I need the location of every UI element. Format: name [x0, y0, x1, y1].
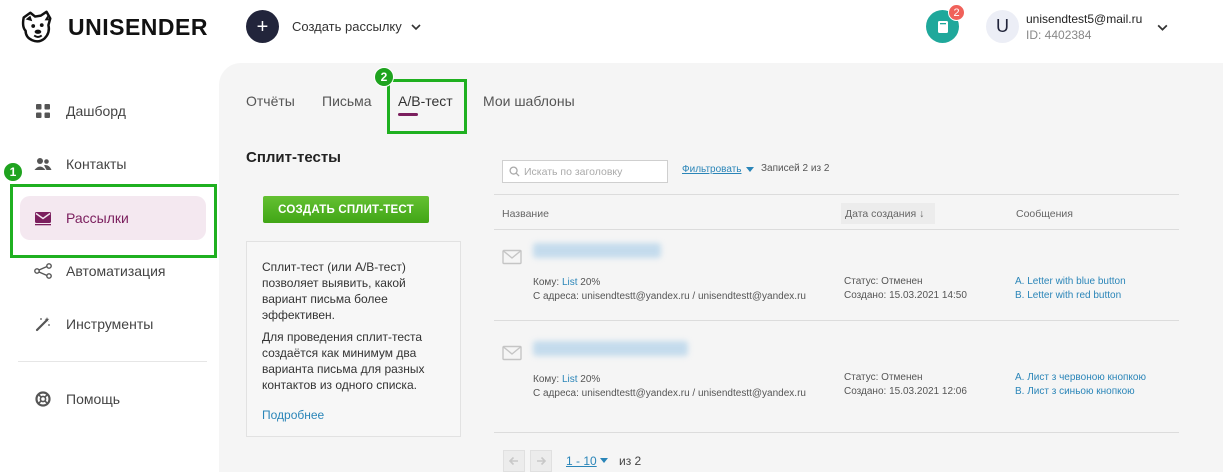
dashboard-icon [34, 102, 52, 120]
column-header-name[interactable]: Название [502, 208, 549, 220]
help-lifebuoy-icon [34, 390, 52, 408]
search-input[interactable] [524, 165, 664, 178]
envelope-icon [502, 345, 522, 361]
arrow-left-icon [508, 456, 518, 466]
magic-wand-icon [34, 315, 52, 333]
envelope-icon [502, 249, 522, 265]
status: Статус: Отменен [844, 276, 923, 287]
sidebar-item-label: Автоматизация [66, 263, 166, 279]
book-icon [937, 20, 948, 33]
user-id: ID: 4402384 [1026, 28, 1092, 42]
avatar[interactable]: U [986, 10, 1019, 43]
sidebar-item-tools[interactable]: Инструменты [20, 302, 206, 346]
sidebar-item-label: Дашборд [66, 103, 126, 119]
sidebar-item-label: Инструменты [66, 316, 154, 332]
recipients-percent: 20% [580, 277, 601, 288]
sender-addresses: С адреса: unisendtestt@yandex.ru / unise… [533, 388, 806, 399]
sidebar-item-label: Помощь [66, 391, 121, 407]
create-campaign-plus-button[interactable]: + [246, 10, 279, 43]
chevron-down-icon [411, 23, 421, 30]
sidebar-item-contacts[interactable]: Контакты [20, 142, 206, 186]
status: Статус: Отменен [844, 372, 923, 383]
message-link[interactable]: A. Letter with blue button [1015, 276, 1126, 287]
sidebar-divider [18, 361, 207, 362]
sender-addresses: С адреса: unisendtestt@yandex.ru / unise… [533, 291, 806, 302]
arrow-right-icon [537, 456, 547, 466]
recipients-label: Кому: [533, 374, 560, 385]
next-page-button[interactable] [530, 450, 552, 472]
notifications-count-badge: 2 [948, 4, 965, 21]
list-link[interactable]: List [562, 374, 578, 385]
info-panel: Сплит-тест (или А/В-тест) позволяет выяв… [246, 241, 461, 437]
recipients: Кому: List 20% [533, 277, 600, 288]
step-badge-1: 1 [3, 162, 23, 182]
learn-more-link[interactable]: Подробнее [262, 407, 324, 423]
created-date: Создано: 15.03.2021 14:50 [844, 290, 967, 301]
automation-icon [34, 262, 52, 280]
created-date: Создано: 15.03.2021 12:06 [844, 386, 967, 397]
info-text-2: Для проведения сплит-теста создаётся как… [262, 330, 425, 392]
logo-text: UNISENDER [68, 13, 208, 40]
records-count: Записей 2 из 2 [761, 163, 830, 174]
message-link[interactable]: B. Лист з синьою кнопкою [1015, 386, 1135, 397]
sidebar-item-dashboard[interactable]: Дашборд [20, 89, 206, 133]
highlight-ab-tab [387, 79, 467, 134]
column-header-date[interactable]: Дата создания ↓ [845, 208, 924, 220]
prev-page-button[interactable] [503, 450, 525, 472]
recipients-label: Кому: [533, 277, 560, 288]
search-icon [509, 166, 520, 177]
recipients-percent: 20% [580, 374, 601, 385]
page-size-select[interactable]: 1 - 10 [566, 454, 597, 468]
sidebar-item-help[interactable]: Помощь [20, 377, 206, 421]
caret-down-icon[interactable] [746, 167, 754, 172]
column-header-messages: Сообщения [1016, 208, 1073, 220]
info-text-1: Сплит-тест (или А/В-тест) позволяет выяв… [262, 260, 406, 322]
caret-down-icon[interactable] [600, 458, 608, 463]
tab-my-templates[interactable]: Мои шаблоны [483, 93, 575, 109]
filter-link[interactable]: Фильтровать [682, 164, 742, 175]
user-email[interactable]: unisendtest5@mail.ru [1026, 12, 1142, 26]
divider [494, 320, 1179, 321]
create-campaign-label: Создать рассылку [292, 19, 402, 34]
create-campaign-dropdown[interactable]: Создать рассылку [292, 19, 422, 34]
campaign-title-blurred[interactable] [533, 243, 661, 258]
contacts-icon [34, 155, 52, 173]
message-link[interactable]: B. Letter with red button [1015, 290, 1121, 301]
search-box[interactable] [502, 160, 668, 183]
divider [494, 229, 1179, 230]
create-split-test-button[interactable]: СОЗДАТЬ СПЛИТ-ТЕСТ [263, 196, 429, 223]
chevron-down-icon[interactable] [1156, 21, 1169, 34]
highlight-campaigns [10, 184, 217, 258]
tab-reports[interactable]: Отчёты [246, 93, 295, 109]
tab-letters[interactable]: Письма [322, 93, 372, 109]
message-link[interactable]: A. Лист з червоною кнопкою [1015, 372, 1146, 383]
list-link[interactable]: List [562, 277, 578, 288]
sidebar-item-label: Контакты [66, 156, 127, 172]
step-badge-2: 2 [374, 67, 394, 87]
recipients: Кому: List 20% [533, 374, 600, 385]
dog-logo-icon [21, 10, 52, 43]
logo[interactable]: UNISENDER [18, 8, 208, 46]
page-count: из 2 [619, 454, 642, 468]
page-title: Сплит-тесты [246, 149, 341, 166]
divider [494, 194, 1179, 195]
campaign-title-blurred[interactable] [533, 341, 688, 356]
divider [494, 432, 1179, 433]
